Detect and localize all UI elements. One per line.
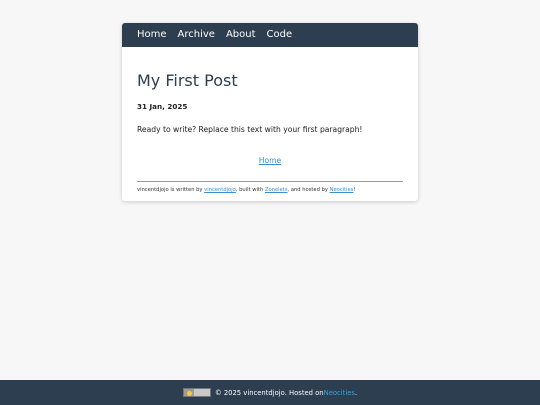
author-link[interactable]: vincentdjojo	[204, 187, 236, 193]
credits-prefix: vincentdjojo is written by	[137, 187, 205, 193]
footer-text: © 2025 vincentdjojo. Hosted on	[214, 388, 324, 397]
nav-archive-link[interactable]: Archive	[178, 23, 215, 47]
post-body: Ready to write? Replace this text with y…	[137, 125, 363, 134]
top-nav: Home Archive About Code	[122, 23, 418, 47]
footer-neocities-link[interactable]: Neocities	[324, 389, 355, 397]
divider	[137, 181, 403, 182]
home-link-container: Home	[137, 148, 403, 167]
home-link[interactable]: Home	[259, 156, 281, 165]
credits-suffix: !	[353, 187, 356, 193]
credits-mid2: , and hosted by	[287, 187, 330, 193]
page: Home Archive About Code My First Post 31…	[0, 0, 540, 405]
nav-code-link[interactable]: Code	[267, 23, 293, 47]
neocities-link[interactable]: Neocities	[330, 187, 354, 193]
creative-commons-badge-icon[interactable]	[182, 388, 211, 397]
post-content: My First Post 31 Jan, 2025 Ready to writ…	[122, 72, 418, 193]
zonelets-link[interactable]: Zonelets	[265, 187, 288, 193]
nav-about-link[interactable]: About	[226, 23, 256, 47]
credits-mid1: , built with	[235, 187, 265, 193]
credits-line: vincentdjojo is written by vincentdjojo,…	[137, 187, 403, 193]
post-date: 31 Jan, 2025	[137, 102, 188, 111]
footer-end: .	[354, 388, 358, 397]
post-title: My First Post	[137, 71, 238, 90]
site-footer: © 2025 vincentdjojo. Hosted on Neocities…	[0, 380, 540, 405]
nav-home-link[interactable]: Home	[137, 23, 167, 47]
post-card: Home Archive About Code My First Post 31…	[122, 23, 418, 201]
